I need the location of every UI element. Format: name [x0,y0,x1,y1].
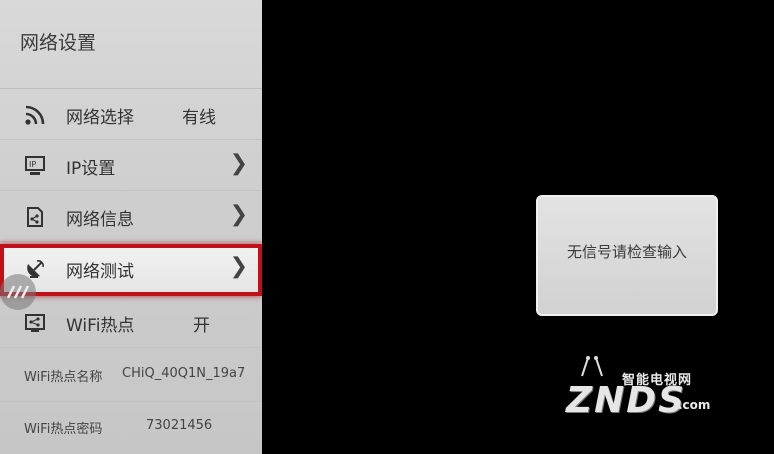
divider [0,88,262,89]
chevron-right-icon: ❯ [229,254,248,279]
monitor-icon: IP [24,155,46,177]
menu-item-network-select[interactable]: 网络选择 有线 [0,90,262,140]
menu-item-value: 有线 [182,108,216,128]
menu-item-network-test[interactable]: 网络测试 ❯ [0,244,262,296]
menu-item-wifi-hotspot[interactable]: WiFi热点 开 [0,298,262,348]
slash-arrows-icon [6,285,30,299]
detail-row-hotspot-password: WiFi热点密码 73021456 [0,402,262,454]
rss-icon [24,104,46,126]
detail-label: WiFi热点名称 [24,370,103,385]
detail-label: WiFi热点密码 [24,422,103,437]
panel-title: 网络设置 [20,32,97,54]
floating-handle[interactable] [0,274,36,310]
divider [0,139,262,140]
svg-text:IP: IP [29,160,36,169]
divider [0,190,262,191]
detail-row-hotspot-name: WiFi热点名称 CHiQ_40Q1N_19a7 [0,350,262,402]
chevron-right-icon: ❯ [229,151,248,176]
no-signal-dialog: 无信号请检查输入 [536,195,718,316]
divider [0,347,262,348]
share-icon [24,312,46,334]
tv-antenna-icon [581,356,603,377]
menu-item-label: 网络信息 [66,210,134,230]
detail-value: 73021456 [146,418,213,433]
menu-item-label: IP设置 [66,159,116,179]
menu-item-label: 网络选择 [66,108,134,128]
znds-watermark: 智能电视网 ZNDS .com [560,354,740,424]
menu-item-label: WiFi热点 [66,316,135,336]
watermark-brand: ZNDS [566,380,687,421]
dialog-message: 无信号请检查输入 [566,243,687,261]
chevron-right-icon: ❯ [229,202,248,227]
menu-item-label: 网络测试 [66,262,134,282]
watermark-domain: .com [678,398,711,412]
menu-item-network-info[interactable]: 网络信息 ❯ [0,192,262,242]
detail-value: CHiQ_40Q1N_19a7 [122,366,246,381]
menu-item-ip-settings[interactable]: IP IP设置 ❯ [0,141,262,191]
document-icon [24,206,46,228]
divider [0,241,262,242]
network-settings-panel: 网络设置 网络选择 有线 IP IP设置 ❯ 网络信息 ❯ 网络测试 ❯ WiF… [0,0,262,454]
menu-item-value: 开 [193,316,210,336]
